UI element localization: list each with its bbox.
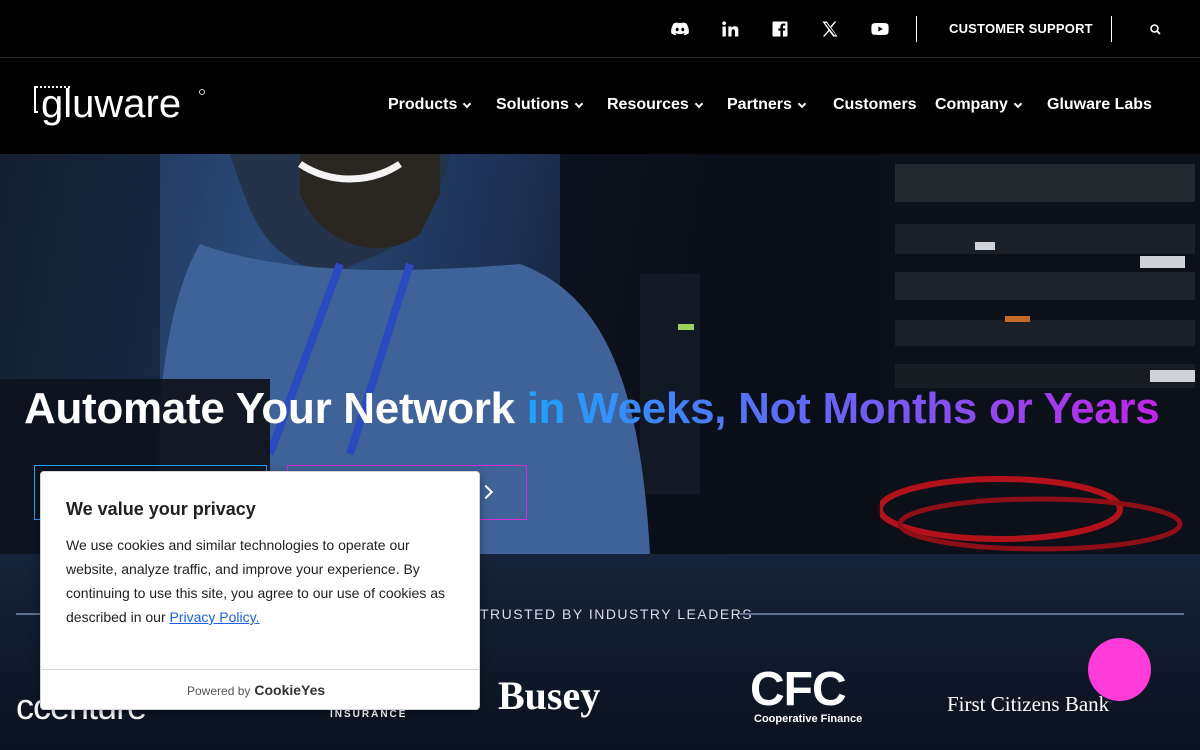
- chevron-down-icon: [694, 99, 704, 109]
- nav-label: Solutions: [496, 96, 569, 113]
- nav-label: Products: [388, 96, 458, 113]
- facebook-icon[interactable]: [768, 18, 792, 40]
- youtube-icon[interactable]: [868, 18, 892, 40]
- nav-partners[interactable]: Partners: [727, 96, 807, 114]
- divider-line: [740, 613, 1184, 615]
- powered-by: Powered by CookieYes: [187, 682, 325, 698]
- nav-products[interactable]: Products: [388, 96, 472, 114]
- nav-label: Partners: [727, 96, 792, 113]
- powered-by-label: Powered by: [187, 684, 251, 698]
- nav-customers[interactable]: Customers: [833, 96, 917, 114]
- chevron-down-icon: [1013, 99, 1023, 109]
- cookieyes-logo[interactable]: CookieYes: [254, 682, 325, 698]
- nav-label: Gluware Labs: [1047, 96, 1152, 113]
- client-logo-cfc: CFC: [750, 663, 847, 716]
- chevron-right-icon: [478, 484, 494, 500]
- nav-resources[interactable]: Resources: [607, 96, 704, 114]
- trusted-label: TRUSTED BY INDUSTRY LEADERS: [480, 606, 754, 622]
- nav-label: Resources: [607, 96, 689, 113]
- client-logo-busey: Busey: [498, 673, 601, 718]
- search-icon[interactable]: [1148, 22, 1164, 38]
- customer-support-link[interactable]: CUSTOMER SUPPORT: [949, 21, 1093, 36]
- chat-widget-button[interactable]: [1088, 638, 1151, 701]
- hero-heading: Automate Your Network in Weeks, Not Mont…: [24, 384, 1160, 434]
- cookie-footer: Powered by CookieYes: [41, 669, 479, 709]
- chevron-down-icon: [797, 99, 807, 109]
- linkedin-icon[interactable]: [718, 18, 742, 40]
- hero-heading-highlight: in Weeks, Not Months or Years: [526, 384, 1160, 433]
- client-logo-first-citizens: First Citizens Bank: [947, 692, 1110, 716]
- nav-company[interactable]: Company: [935, 96, 1023, 114]
- utility-bar: CUSTOMER SUPPORT: [0, 0, 1200, 58]
- chevron-down-icon: [574, 99, 584, 109]
- client-logo-cfc-tagline: Cooperative Finance: [754, 713, 863, 725]
- nav-gluware-labs[interactable]: Gluware Labs: [1047, 96, 1152, 114]
- chevron-down-icon: [463, 99, 472, 109]
- privacy-policy-link[interactable]: Privacy Policy.: [170, 609, 260, 625]
- client-logo-insurance: INSURANCE: [330, 709, 408, 720]
- cookie-title: We value your privacy: [66, 499, 256, 519]
- svg-text:gluware: gluware: [41, 82, 181, 126]
- nav-solutions[interactable]: Solutions: [496, 96, 584, 114]
- x-twitter-icon[interactable]: [818, 18, 842, 40]
- gluware-logo[interactable]: gluware: [32, 81, 212, 131]
- cookie-consent-dialog: We value your privacy We use cookies and…: [40, 471, 480, 710]
- hero-heading-plain: Automate Your Network: [24, 384, 527, 433]
- main-navigation: gluware Products Solutions Resources Par…: [0, 59, 1200, 154]
- nav-label: Customers: [833, 96, 917, 113]
- divider: [1111, 16, 1112, 42]
- nav-label: Company: [935, 96, 1008, 113]
- discord-icon[interactable]: [668, 18, 692, 40]
- cookie-body: We use cookies and similar technologies …: [66, 533, 461, 629]
- divider: [916, 16, 917, 42]
